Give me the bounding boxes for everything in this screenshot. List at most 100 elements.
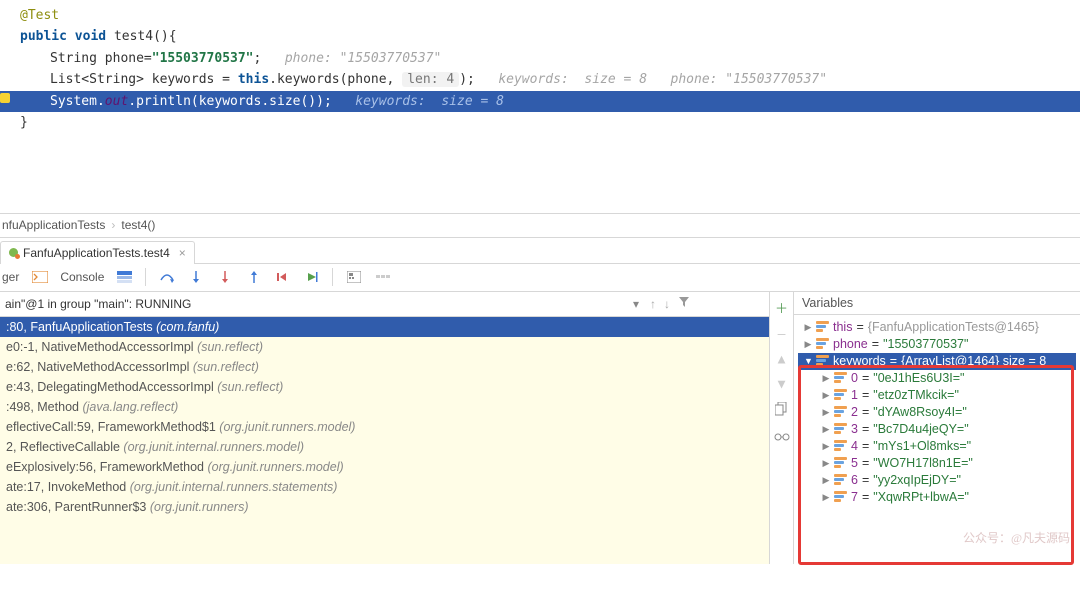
var-array-item[interactable]: ▶2 = "dYAw8Rsoy4I=" [798,404,1076,421]
kw: this [238,72,269,87]
equals: = [862,439,869,453]
equals: = [862,473,869,487]
expand-icon[interactable]: ▶ [822,373,830,384]
object-icon [816,355,829,368]
thread-dropdown[interactable]: ain"@1 in group "main": RUNNING ▾ [2,294,642,314]
crumb[interactable]: nfuApplicationTests [2,218,105,232]
collapse-icon[interactable]: ▼ [804,356,812,366]
var-index: 5 [851,456,858,470]
close-icon[interactable]: × [179,246,186,260]
frame-package: (sun.reflect) [197,340,263,354]
next-frame-icon[interactable]: ↓ [664,297,670,311]
expand-icon[interactable]: ▶ [822,475,830,486]
step-into-icon[interactable] [187,269,204,286]
var-value: "etz0zTMkcik=" [873,388,959,402]
var-index: 1 [851,388,858,402]
var-name: this [833,320,852,334]
filter-icon[interactable] [678,296,690,311]
var-array-item[interactable]: ▶6 = "yy2xqIpEjDY=" [798,472,1076,489]
frames-icon[interactable] [116,269,133,286]
text: ; [254,51,262,66]
var-index: 7 [851,490,858,504]
frame-package: (org.junit.runners.model) [207,460,343,474]
var-array-item[interactable]: ▶3 = "Bc7D4u4jeQY=" [798,421,1076,438]
var-value: "Bc7D4u4jeQY=" [873,422,968,436]
var-value: "15503770537" [883,337,968,351]
expand-icon[interactable]: ▶ [804,322,812,333]
var-keywords[interactable]: ▼ keywords = {ArrayList@1464} size = 8 [798,353,1076,370]
expand-icon[interactable]: ▶ [822,390,830,401]
expand-icon[interactable]: ▶ [822,441,830,452]
expand-icon[interactable]: ▶ [822,424,830,435]
stack-frame[interactable]: ate:306, ParentRunner$3 (org.junit.runne… [0,497,769,517]
down-icon[interactable]: ▼ [778,377,786,392]
expand-icon[interactable]: ▶ [822,407,830,418]
stack-frame[interactable]: e:62, NativeMethodAccessorImpl (sun.refl… [0,357,769,377]
console-icon[interactable] [31,269,48,286]
field: out [105,94,128,109]
var-index: 6 [851,473,858,487]
prev-frame-icon[interactable]: ↑ [650,297,656,311]
code-editor[interactable]: @Test public void test4(){ String phone=… [0,0,1080,144]
stack-frame[interactable]: :80, FanfuApplicationTests (com.fanfu) [0,317,769,337]
var-phone[interactable]: ▶ phone = "15503770537" [798,336,1076,353]
expand-icon[interactable]: ▶ [822,458,830,469]
step-over-icon[interactable] [158,269,175,286]
stack-frame[interactable]: 2, ReflectiveCallable (org.junit.interna… [0,437,769,457]
object-icon [834,389,847,402]
copy-icon[interactable] [775,402,788,420]
frame-text: eflectiveCall:59, FrameworkMethod$1 [6,420,219,434]
var-array-item[interactable]: ▶0 = "0eJ1hEs6U3I=" [798,370,1076,387]
variables-tree[interactable]: ▶ this = {FanfuApplicationTests@1465} ▶ … [794,315,1080,564]
var-index: 3 [851,422,858,436]
stack-frame[interactable]: eExplosively:56, FrameworkMethod (org.ju… [0,457,769,477]
frame-package: (org.junit.internal.runners.statements) [130,480,338,494]
console-label[interactable]: Console [60,270,104,284]
force-step-into-icon[interactable] [216,269,233,286]
frames-list[interactable]: :80, FanfuApplicationTests (com.fanfu)e0… [0,317,769,564]
inline-hint: phone: "15503770537" [285,51,442,66]
stack-frame[interactable]: ate:17, InvokeMethod (org.junit.internal… [0,477,769,497]
remove-watch-icon[interactable]: — [778,327,786,342]
object-icon [834,423,847,436]
variables-title: Variables [794,292,1080,315]
var-array-item[interactable]: ▶5 = "WO7H17l8n1E=" [798,455,1076,472]
stack-frame[interactable]: e:43, DelegatingMethodAccessorImpl (sun.… [0,377,769,397]
crumb[interactable]: test4() [121,218,155,232]
equals: = [862,371,869,385]
glasses-icon[interactable] [774,430,790,445]
method-name: test4 [114,29,153,44]
spacer [0,144,1080,214]
stack-frame[interactable]: e0:-1, NativeMethodAccessorImpl (sun.ref… [0,337,769,357]
up-icon[interactable]: ▲ [778,352,786,367]
run-to-cursor-icon[interactable] [303,269,320,286]
expand-icon[interactable]: ▶ [822,492,830,503]
text: .keywords(phone, [269,72,402,87]
add-watch-icon[interactable]: ＋ [775,298,788,317]
breakpoint-marker[interactable] [0,93,10,103]
equals: = [862,405,869,419]
breadcrumb: nfuApplicationTests › test4() [0,214,1080,238]
equals: = [862,388,869,402]
text: System. [50,94,105,109]
toolbar-label: ger [2,270,19,284]
var-array-item[interactable]: ▶7 = "XqwRPt+lbwA=" [798,489,1076,506]
debug-tab[interactable]: FanfuApplicationTests.test4 × [0,241,195,264]
frame-text: ate:17, InvokeMethod [6,480,130,494]
frame-text: e:43, DelegatingMethodAccessorImpl [6,380,217,394]
var-array-item[interactable]: ▶4 = "mYs1+Ol8mks=" [798,438,1076,455]
text: List<String> keywords = [50,72,238,87]
equals: = [872,337,879,351]
step-out-icon[interactable] [245,269,262,286]
var-value: {ArrayList@1464} size = 8 [901,354,1046,368]
var-this[interactable]: ▶ this = {FanfuApplicationTests@1465} [798,319,1076,336]
var-array-item[interactable]: ▶ 1 = "etz0zTMkcik=" [798,387,1076,404]
frame-package: (org.junit.internal.runners.model) [123,440,304,454]
stack-frame[interactable]: eflectiveCall:59, FrameworkMethod$1 (org… [0,417,769,437]
drop-frame-icon[interactable] [274,269,291,286]
evaluate-icon[interactable] [345,269,362,286]
stack-frame[interactable]: :498, Method (java.lang.reflect) [0,397,769,417]
frame-package: (com.fanfu) [156,320,219,334]
trace-icon[interactable] [374,269,391,286]
expand-icon[interactable]: ▶ [804,339,812,350]
